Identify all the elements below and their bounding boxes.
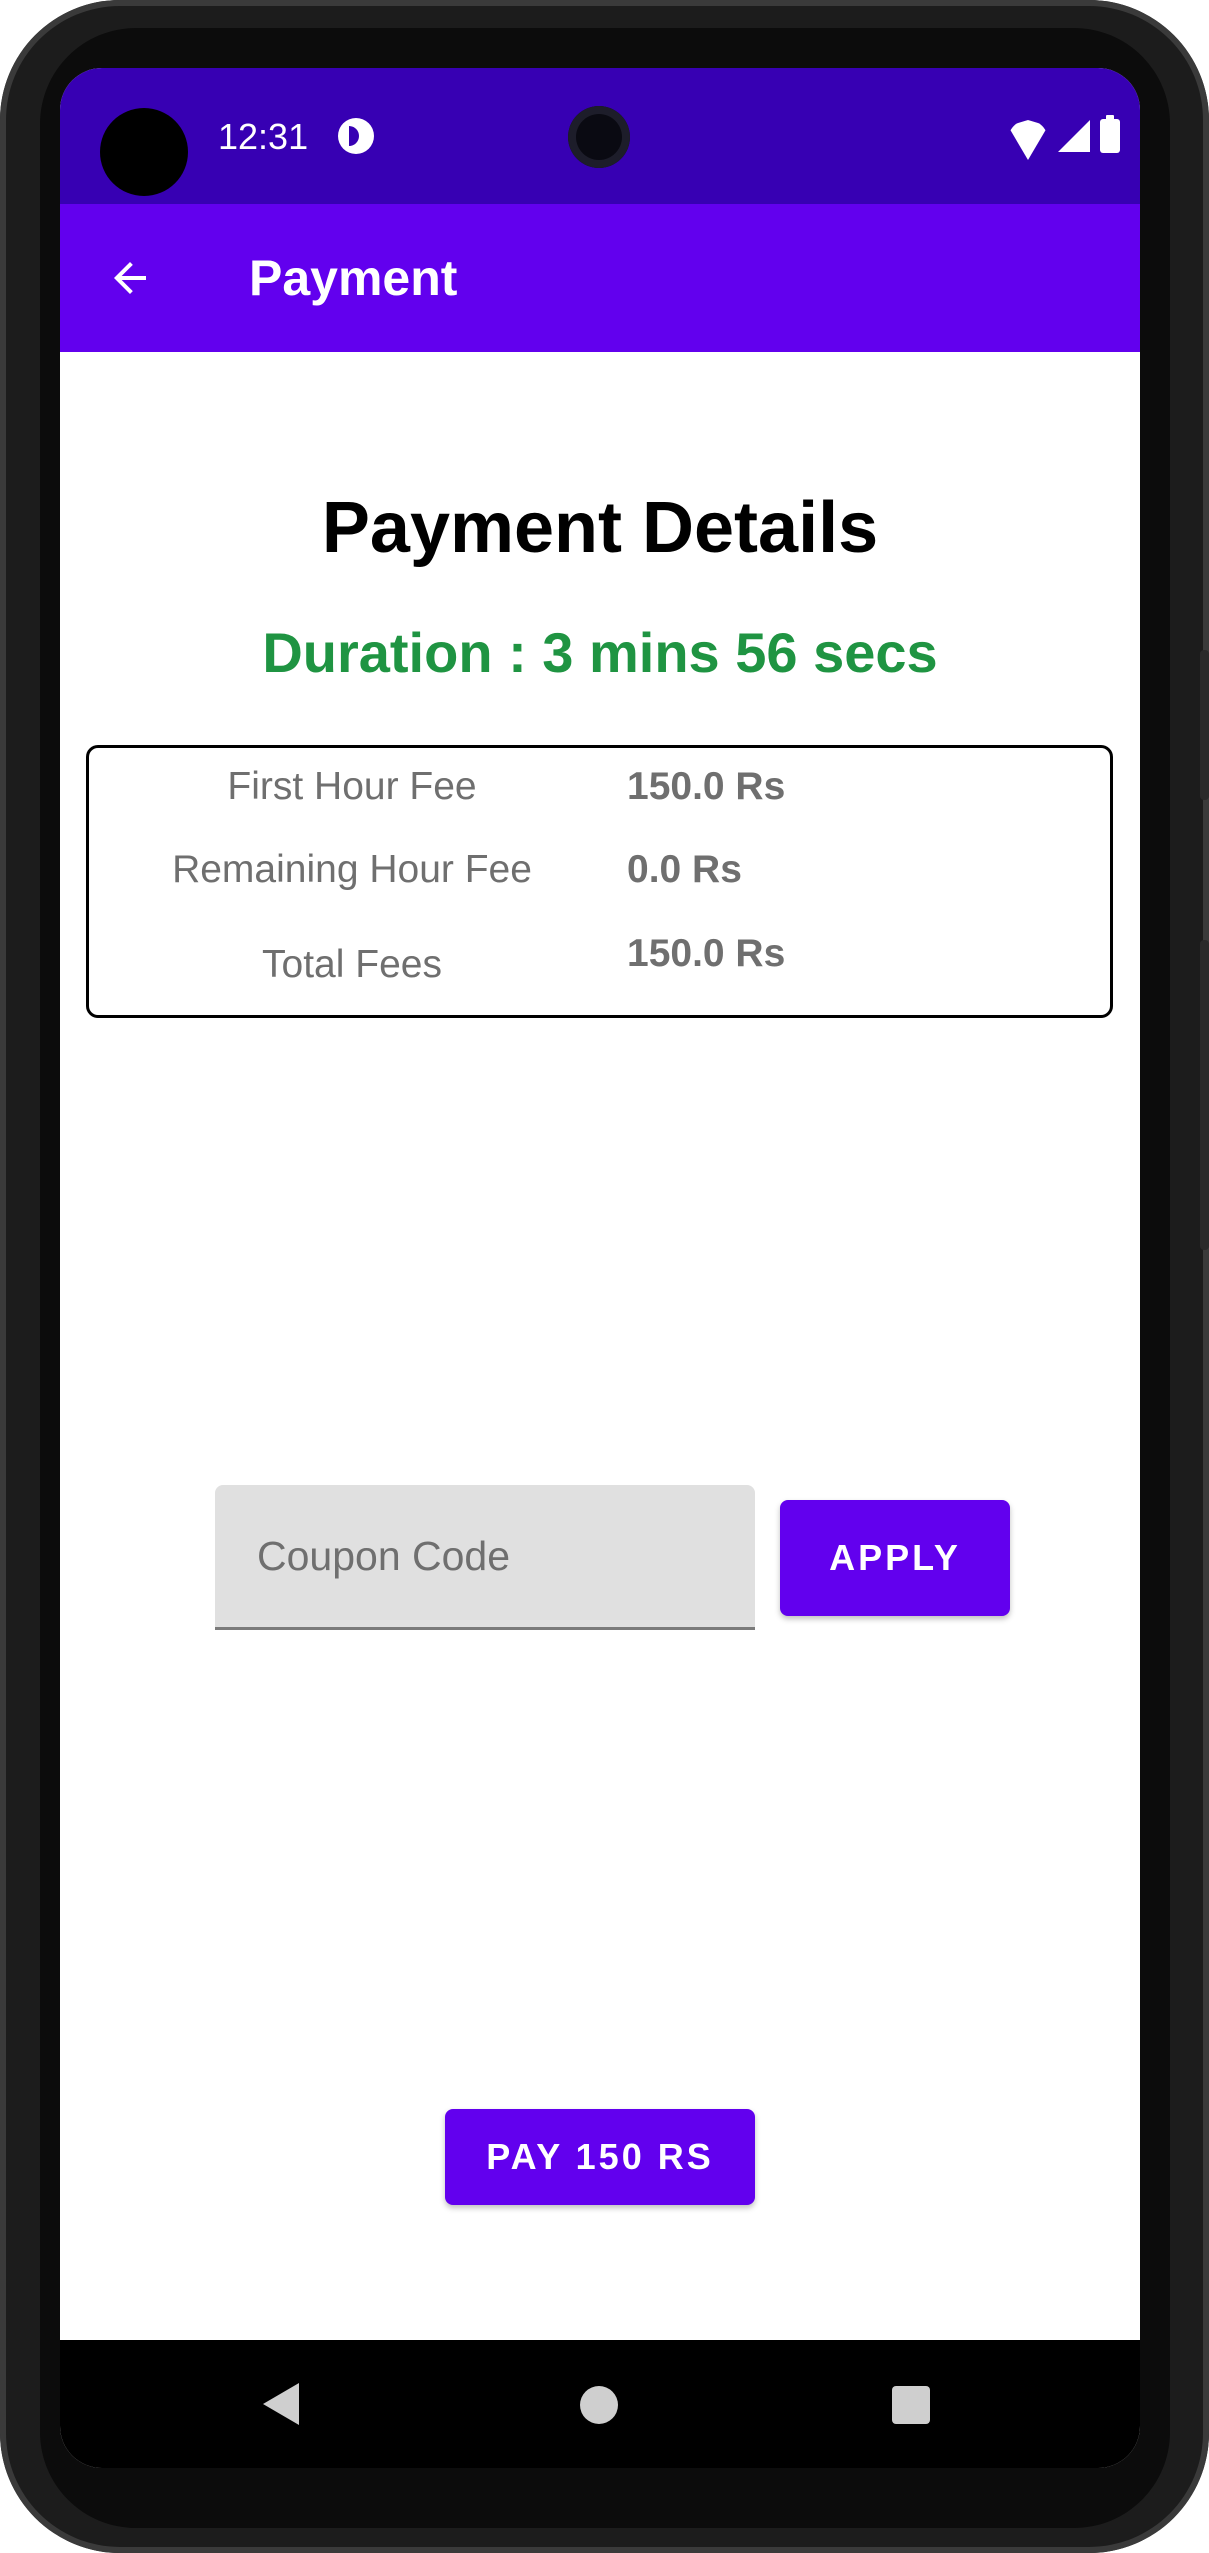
screen: 12:31 Payment Payment Details Duration :…: [60, 68, 1140, 2468]
apply-button[interactable]: APPLY: [780, 1500, 1010, 1616]
fee-label-total: Total Fees: [262, 943, 442, 986]
battery-icon: [1100, 115, 1120, 153]
nav-recents-icon[interactable]: [892, 2386, 930, 2424]
status-time: 12:31: [218, 116, 309, 157]
page-title: Payment Details: [321, 488, 879, 568]
status-indicator-dot: [100, 108, 188, 196]
fee-summary-box: First Hour Fee 150.0 Rs Remaining Hour F…: [86, 745, 1113, 1018]
side-volume-button: [1200, 650, 1209, 800]
coupon-code-field[interactable]: [215, 1485, 755, 1630]
pay-button[interactable]: PAY 150 RS: [445, 2109, 755, 2205]
back-button[interactable]: [100, 248, 160, 308]
app-bar: Payment: [60, 204, 1140, 352]
front-camera: [568, 106, 630, 168]
fee-value-total: 150.0 Rs: [627, 932, 786, 975]
arrow-back-icon: [114, 262, 146, 294]
duration-text: Duration : 3 mins 56 secs: [262, 621, 938, 684]
coupon-code-input[interactable]: [215, 1485, 755, 1627]
signal-icon: [1058, 120, 1090, 152]
fee-label-remaining-hour: Remaining Hour Fee: [172, 848, 532, 891]
status-icons: [1008, 115, 1120, 154]
side-power-button: [1200, 940, 1209, 1250]
nav-back-icon[interactable]: [263, 2383, 299, 2425]
app-bar-title: Payment: [249, 250, 458, 306]
nav-home-icon[interactable]: [580, 2386, 618, 2424]
fee-value-remaining-hour: 0.0 Rs: [627, 848, 742, 891]
device: 12:31 Payment Payment Details Duration :…: [0, 0, 1209, 2553]
navigation-bar: [60, 2340, 1140, 2468]
wifi-icon: [1008, 120, 1048, 152]
fee-label-first-hour: First Hour Fee: [227, 765, 477, 808]
status-bar: 12:31: [60, 68, 1140, 204]
app-notification-icon: [338, 118, 374, 154]
fee-value-first-hour: 150.0 Rs: [627, 765, 786, 808]
